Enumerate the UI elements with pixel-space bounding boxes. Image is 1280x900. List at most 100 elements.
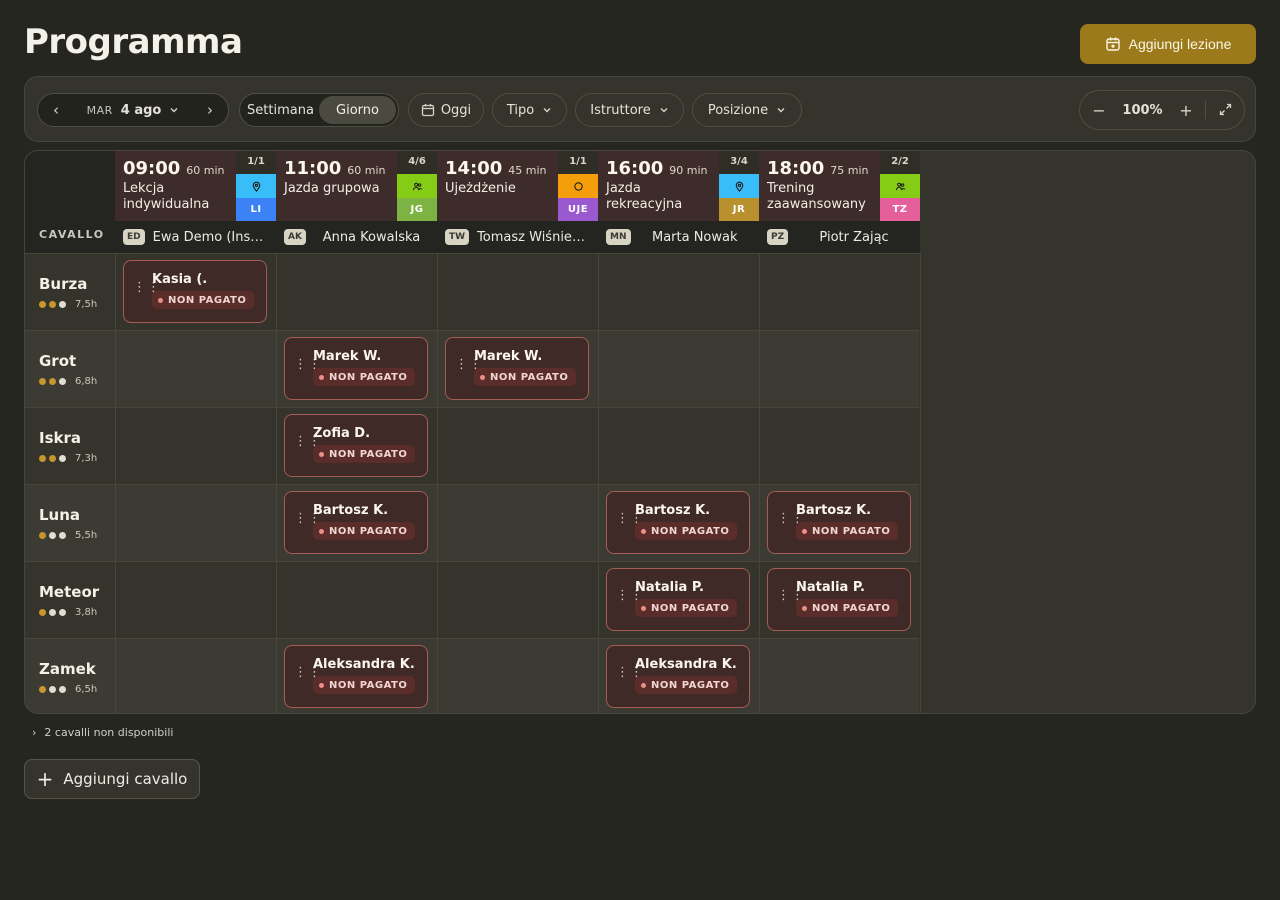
instructor-avatar: PZ [767, 229, 789, 245]
horse-hours: 6,5h [75, 684, 98, 695]
today-label: Oggi [440, 102, 472, 118]
lesson-capacity: 2/2 [880, 151, 920, 174]
lesson-time: 09:00 [123, 158, 181, 179]
lesson-name: Jazda grupowa [284, 181, 380, 196]
view-day-option[interactable]: Giorno [319, 96, 396, 124]
calendar-icon [421, 104, 434, 117]
filter-instructor[interactable]: Istruttore [575, 93, 684, 127]
level-dot [59, 609, 66, 616]
status-dot [641, 528, 646, 534]
lesson-side: 2/2 TZ [880, 151, 920, 221]
lesson-info: 11:00 60 min Jazda grupowa [276, 151, 397, 221]
status-text: NON PAGATO [329, 525, 408, 537]
booking-card[interactable]: ⋮⋮ Natalia P. NON PAGATO [767, 568, 911, 631]
lesson-capacity: 4/6 [397, 151, 437, 174]
lesson-instructor: MN Marta Nowak [598, 221, 759, 253]
booking-card[interactable]: ⋮⋮ Zofia D. NON PAGATO [284, 414, 428, 477]
date-navigator: ‹ MAR 4 ago › [37, 93, 229, 127]
status-text: NON PAGATO [329, 371, 408, 383]
level-dot [49, 686, 56, 693]
rider-name: Marek W. [313, 349, 382, 364]
level-dot [49, 532, 56, 539]
zoom-out-icon[interactable]: − [1080, 101, 1118, 120]
booking-card[interactable]: ⋮⋮ Bartosz K. NON PAGATO [606, 491, 750, 554]
lesson-time: 11:00 [284, 158, 342, 179]
add-horse-button[interactable]: + Aggiungi cavallo [24, 759, 200, 799]
circle-icon [558, 174, 598, 198]
booking-card[interactable]: ⋮⋮ Bartosz K. NON PAGATO [767, 491, 911, 554]
status-dot [480, 374, 485, 380]
level-dot [59, 378, 66, 385]
lesson-header[interactable]: 16:00 90 min Jazda rekreacyjna 3/4 JR MN Marta… [598, 151, 759, 253]
lesson-header[interactable]: 11:00 60 min Jazda grupowa 4/6 JG AK Anna Kowa… [276, 151, 437, 253]
group-icon [880, 174, 920, 198]
lesson-code: UJE [558, 198, 598, 221]
add-lesson-button[interactable]: Aggiungi lezione [1080, 24, 1256, 64]
chevron-down-icon [543, 108, 551, 113]
payment-status-badge: NON PAGATO [635, 599, 738, 617]
toolbar: ‹ MAR 4 ago › Settimana Giorno Oggi Tipo… [24, 76, 1256, 142]
level-dot [59, 532, 66, 539]
booking-card[interactable]: ⋮⋮ Natalia P. NON PAGATO [606, 568, 750, 631]
page-title: Programma [24, 22, 243, 62]
booking-card[interactable]: ⋮⋮ Bartosz K. NON PAGATO [284, 491, 428, 554]
booking-card[interactable]: ⋮⋮ Marek W. NON PAGATO [284, 337, 428, 400]
level-dot [39, 455, 46, 462]
date-picker[interactable]: MAR 4 ago [74, 103, 192, 118]
payment-status-badge: NON PAGATO [796, 599, 899, 617]
lesson-info: 18:00 75 min Trening zaawansowany [759, 151, 880, 221]
calendar-plus-icon [1105, 37, 1120, 51]
lesson-capacity: 1/1 [558, 151, 598, 174]
level-dot [49, 378, 56, 385]
status-text: NON PAGATO [651, 602, 730, 614]
chevron-right-icon[interactable]: › [192, 101, 228, 119]
status-dot [319, 528, 324, 534]
view-week-option[interactable]: Settimana [242, 96, 319, 124]
payment-status-badge: NON PAGATO [152, 291, 255, 309]
filter-type-label: Tipo [506, 102, 535, 118]
lesson-duration: 60 min [347, 164, 386, 177]
horse-name: Meteor [39, 583, 100, 601]
instructor-name: Anna Kowalska [322, 229, 421, 245]
column-divider [920, 253, 921, 713]
lesson-side: 3/4 JR [719, 151, 759, 221]
rider-name: Bartosz K. [313, 503, 389, 518]
lesson-code: TZ [880, 198, 920, 221]
filter-position[interactable]: Posizione [692, 93, 802, 127]
payment-status-badge: NON PAGATO [313, 445, 416, 463]
booking-card[interactable]: ⋮⋮ Aleksandra K. NON PAGATO [284, 645, 428, 708]
horse-name: Zamek [39, 660, 96, 678]
zoom-in-icon[interactable]: + [1167, 101, 1205, 120]
expand-icon[interactable] [1206, 101, 1244, 120]
unavailable-horses-toggle[interactable]: › 2 cavalli non disponibili [32, 726, 173, 739]
payment-status-badge: NON PAGATO [313, 368, 416, 386]
lesson-header[interactable]: 14:00 45 min Ujeżdżenie 1/1 UJE TW Tomasz Wiśn… [437, 151, 598, 253]
instructor-name: Ewa Demo (Instruktor) [152, 229, 268, 245]
level-dot [39, 686, 46, 693]
filter-type[interactable]: Tipo [492, 93, 567, 127]
status-text: NON PAGATO [812, 525, 891, 537]
instructor-avatar: ED [123, 229, 145, 245]
lesson-info: 14:00 45 min Ujeżdżenie [437, 151, 558, 221]
booking-card[interactable]: ⋮⋮ Kasia (. NON PAGATO [123, 260, 267, 323]
instructor-avatar: TW [445, 229, 470, 245]
booking-card[interactable]: ⋮⋮ Marek W. NON PAGATO [445, 337, 589, 400]
lesson-code: JG [397, 198, 437, 221]
lesson-name: Ujeżdżenie [445, 181, 516, 196]
level-dot [59, 301, 66, 308]
status-dot [319, 682, 324, 688]
zoom-control: − 100% + [1079, 90, 1245, 130]
lesson-side: 4/6 JG [397, 151, 437, 221]
location-pin-icon [719, 174, 759, 198]
chevron-left-icon[interactable]: ‹ [38, 101, 74, 119]
lesson-header[interactable]: 18:00 75 min Trening zaawansowany 2/2 TZ PZ Pi… [759, 151, 920, 253]
horse-name: Burza [39, 275, 88, 293]
booking-card[interactable]: ⋮⋮ Aleksandra K. NON PAGATO [606, 645, 750, 708]
rider-name: Aleksandra K. [313, 657, 415, 672]
lesson-header[interactable]: 09:00 60 min Lekcja indywidualna 1/1 LI ED Ewa… [115, 151, 276, 253]
today-button[interactable]: Oggi [408, 93, 484, 127]
add-horse-label: Aggiungi cavallo [63, 770, 188, 788]
status-dot [802, 528, 807, 534]
horse-row: Zamek 6,5h [25, 638, 919, 713]
lesson-capacity: 3/4 [719, 151, 759, 174]
